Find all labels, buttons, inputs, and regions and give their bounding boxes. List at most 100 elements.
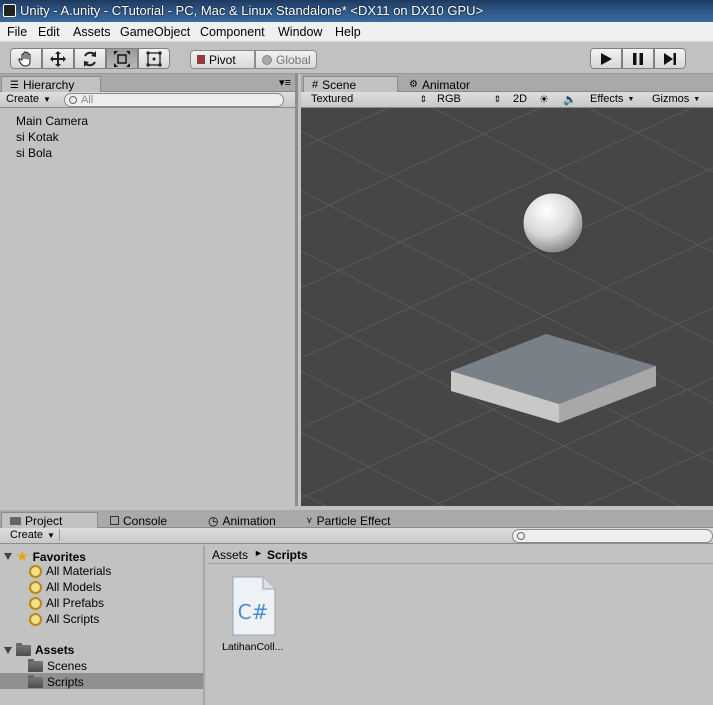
menu-file[interactable]: File xyxy=(7,25,27,39)
tab-console[interactable]: Console xyxy=(102,512,197,529)
hierarchy-create-dropdown[interactable]: Create ▼ xyxy=(6,93,51,105)
menu-edit[interactable]: Edit xyxy=(38,25,60,39)
globe-icon xyxy=(262,54,272,65)
hierarchy-tab-label: Hierarchy xyxy=(22,78,75,92)
favorite-item[interactable]: All Models xyxy=(29,580,101,594)
hand-tool-button[interactable] xyxy=(10,48,42,69)
asset-item[interactable]: C# LatihanColl... xyxy=(217,575,297,655)
shading-mode-dropdown[interactable]: Textured ⇕ xyxy=(311,93,427,105)
step-button[interactable] xyxy=(654,48,686,69)
hand-icon xyxy=(18,50,31,67)
menu-bar: File Edit Assets GameObject Component Wi… xyxy=(0,22,713,42)
effects-dropdown[interactable]: Effects ▼ xyxy=(590,93,634,105)
project-search-input[interactable] xyxy=(512,529,713,543)
tab-hierarchy[interactable]: ☰ Hierarchy xyxy=(1,76,101,93)
search-filter-icon xyxy=(29,580,42,594)
scene-tabstrip: # Scene ⚙ Animator xyxy=(301,74,713,93)
hierarchy-icon: ☰ xyxy=(10,79,19,91)
breadcrumb-assets[interactable]: Assets xyxy=(212,548,248,562)
pivot-label: Pivot xyxy=(209,52,236,67)
expand-triangle-icon xyxy=(4,553,12,560)
particle-icon: ⋎ xyxy=(306,515,313,525)
chevron-down-icon: ▼ xyxy=(693,95,701,103)
scene-viewport[interactable] xyxy=(301,108,713,506)
menu-window[interactable]: Window xyxy=(278,25,322,39)
rect-tool-button[interactable] xyxy=(138,48,170,69)
grid-icon: # xyxy=(312,79,319,91)
folder-icon xyxy=(28,674,43,688)
assets-label: Assets xyxy=(35,643,75,657)
tab-animation[interactable]: ◷ Animation xyxy=(200,512,295,529)
favorite-label: All Materials xyxy=(46,564,112,578)
speaker-icon: 🔈 xyxy=(563,94,577,106)
rotate-icon xyxy=(84,50,96,67)
sphere-object[interactable] xyxy=(522,192,584,254)
menu-assets[interactable]: Assets xyxy=(73,25,111,39)
tab-scene[interactable]: # Scene xyxy=(303,76,398,93)
scale-tool-button[interactable] xyxy=(106,48,138,69)
move-tool-button[interactable] xyxy=(42,48,74,69)
favorite-item[interactable]: All Materials xyxy=(29,564,111,578)
play-button[interactable] xyxy=(590,48,622,69)
project-subbar: Create ▼ xyxy=(0,528,713,544)
folder-label: Scenes xyxy=(47,659,88,673)
scene-view xyxy=(301,108,713,506)
console-tab-label: Console xyxy=(123,513,168,528)
folder-item-scenes[interactable]: Scenes xyxy=(28,658,88,673)
menu-component[interactable]: Component xyxy=(200,25,265,39)
hierarchy-search-input[interactable]: All xyxy=(64,93,284,107)
favorite-item[interactable]: All Prefabs xyxy=(29,596,104,610)
rotate-tool-button[interactable] xyxy=(74,48,106,69)
project-tab-label: Project xyxy=(25,514,63,528)
breadcrumb: Assets ► Scripts xyxy=(207,545,713,564)
hierarchy-item-main-camera[interactable]: Main Camera xyxy=(16,114,88,128)
tab-animator[interactable]: ⚙ Animator xyxy=(401,76,496,93)
render-mode-dropdown[interactable]: RGB ⇕ xyxy=(437,93,501,105)
global-toggle[interactable]: Global xyxy=(255,50,317,69)
folder-item-scripts[interactable]: Scripts xyxy=(28,674,84,689)
breadcrumb-scripts[interactable]: Scripts xyxy=(267,548,308,562)
asset-label: LatihanColl... xyxy=(222,641,284,653)
svg-text:C#: C# xyxy=(238,600,269,624)
create-label: Create xyxy=(6,93,40,105)
favorites-header[interactable]: ★ Favorites xyxy=(4,548,86,565)
2d-toggle[interactable]: 2D xyxy=(513,93,527,105)
panel-menu-icon[interactable]: ▾≡ xyxy=(279,76,291,89)
folder-icon xyxy=(10,517,21,525)
render-mode-label: RGB xyxy=(437,93,461,105)
console-icon xyxy=(110,516,119,525)
folder-icon xyxy=(16,642,31,656)
menu-help[interactable]: Help xyxy=(335,25,361,39)
tab-particle-effect[interactable]: ⋎ Particle Effect xyxy=(298,512,408,529)
hierarchy-item-si-kotak[interactable]: si Kotak xyxy=(16,130,59,144)
tab-project[interactable]: Project xyxy=(1,512,98,529)
cube-object[interactable] xyxy=(451,334,656,423)
global-label: Global xyxy=(276,52,311,67)
updown-icon: ⇕ xyxy=(419,93,427,104)
toolbar: Pivot Global xyxy=(0,42,713,74)
audio-toggle[interactable]: 🔈 xyxy=(563,93,577,106)
gizmos-label: Gizmos xyxy=(652,93,690,105)
move-arrows-icon xyxy=(50,50,66,67)
project-tree: ★ Favorites All Materials All Models All… xyxy=(0,545,205,705)
lighting-toggle[interactable]: ☀ xyxy=(539,93,549,106)
effects-label: Effects xyxy=(590,93,624,105)
asset-grid: C# LatihanColl... xyxy=(207,565,713,705)
project-create-dropdown[interactable]: Create ▼ xyxy=(6,529,60,541)
favorite-label: All Models xyxy=(46,580,102,594)
gizmos-dropdown[interactable]: Gizmos ▼ xyxy=(652,93,700,105)
pivot-toggle[interactable]: Pivot xyxy=(190,50,255,69)
animator-icon: ⚙ xyxy=(409,79,418,90)
favorite-item[interactable]: All Scripts xyxy=(29,612,99,626)
favorites-label: Favorites xyxy=(32,549,86,564)
title-bar: Unity - A.unity - CTutorial - PC, Mac & … xyxy=(0,0,713,22)
pause-button[interactable] xyxy=(622,48,654,69)
search-icon xyxy=(517,532,525,540)
scale-icon xyxy=(114,50,130,67)
clock-icon: ◷ xyxy=(208,513,219,528)
assets-header[interactable]: Assets xyxy=(4,642,75,657)
search-icon xyxy=(69,96,77,104)
chevron-down-icon: ▼ xyxy=(627,95,635,103)
menu-gameobject[interactable]: GameObject xyxy=(120,25,190,39)
hierarchy-item-si-bola[interactable]: si Bola xyxy=(16,146,52,160)
